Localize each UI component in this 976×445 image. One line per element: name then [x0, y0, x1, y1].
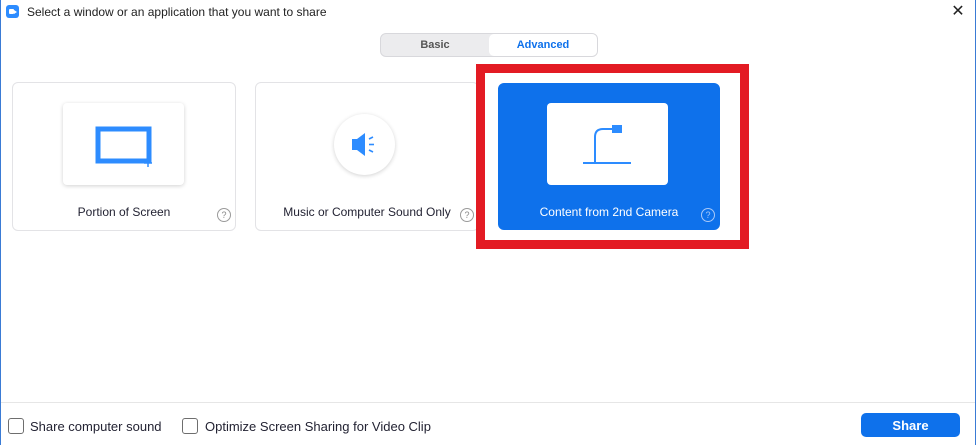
- speaker-icon: [352, 133, 374, 156]
- tab-basic[interactable]: Basic: [381, 34, 489, 56]
- option-label: Music or Computer Sound Only: [283, 205, 451, 219]
- share-mode-tabs: Basic Advanced: [380, 33, 598, 57]
- option-computer-sound-only[interactable]: Music or Computer Sound Only ?: [255, 82, 479, 231]
- footer-divider: [1, 402, 975, 403]
- optimize-video-clip-label: Optimize Screen Sharing for Video Clip: [205, 419, 431, 434]
- window-title: Select a window or an application that y…: [27, 5, 327, 19]
- share-computer-sound-label: Share computer sound: [30, 419, 162, 434]
- help-icon[interactable]: ?: [460, 208, 474, 222]
- close-button[interactable]: ✕: [949, 3, 967, 21]
- option-thumbnail: [334, 114, 395, 175]
- zoom-app-icon: [6, 5, 19, 18]
- optimize-video-clip-checkbox[interactable]: [182, 418, 198, 434]
- title-bar: Select a window or an application that y…: [1, 0, 975, 26]
- option-thumbnail: [63, 103, 184, 185]
- portion-screen-icon: [95, 126, 152, 167]
- highlight-box: [476, 64, 749, 249]
- share-button[interactable]: Share: [861, 413, 960, 437]
- help-icon[interactable]: ?: [217, 208, 231, 222]
- share-computer-sound-checkbox[interactable]: [8, 418, 24, 434]
- option-label: Portion of Screen: [77, 205, 171, 219]
- tab-advanced[interactable]: Advanced: [489, 34, 597, 56]
- option-portion-of-screen[interactable]: Portion of Screen ?: [12, 82, 236, 231]
